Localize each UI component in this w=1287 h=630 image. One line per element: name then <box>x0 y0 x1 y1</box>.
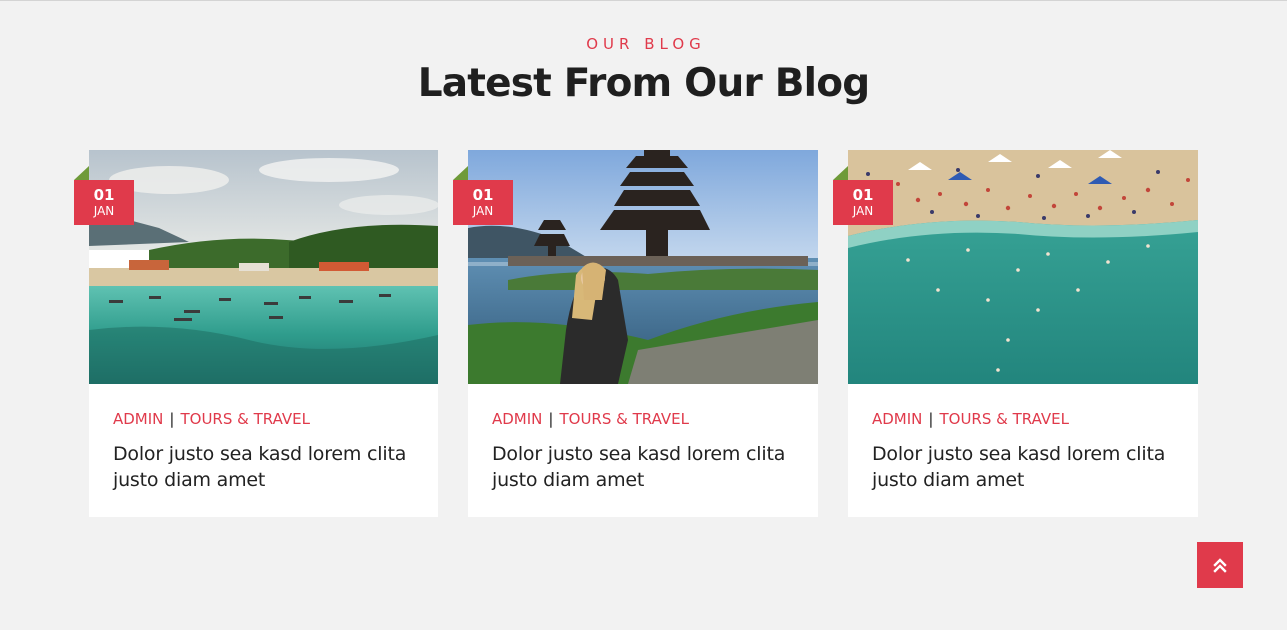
date-day: 01 <box>93 186 115 204</box>
blog-card[interactable]: 01 JAN ADMIN | TOURS & TRAVEL Dolor just… <box>453 150 818 517</box>
meta-separator: | <box>548 410 554 428</box>
lake-temple-woman-photo[interactable] <box>468 150 818 384</box>
card-meta: ADMIN | TOURS & TRAVEL <box>492 408 794 430</box>
date-badge-fold <box>833 166 848 180</box>
post-category-link[interactable]: TOURS & TRAVEL <box>939 408 1069 430</box>
post-author-link[interactable]: ADMIN <box>113 408 163 430</box>
date-day: 01 <box>852 186 874 204</box>
tropical-beach-boats-photo[interactable] <box>89 150 438 384</box>
date-badge: 01 JAN <box>74 180 134 225</box>
post-title-link[interactable]: Dolor justo sea kasd lorem clita justo d… <box>113 441 414 493</box>
date-badge-fold <box>74 166 89 180</box>
post-title-link[interactable]: Dolor justo sea kasd lorem clita justo d… <box>492 441 794 493</box>
post-category-link[interactable]: TOURS & TRAVEL <box>180 408 310 430</box>
date-day: 01 <box>472 186 494 204</box>
date-badge: 01 JAN <box>833 180 893 225</box>
card-meta: ADMIN | TOURS & TRAVEL <box>113 408 414 430</box>
date-badge-fold <box>453 166 468 180</box>
section-title: Latest From Our Blog <box>417 61 870 106</box>
blog-card[interactable]: 01 JAN ADMIN | TOURS & TRAVEL Dolor just… <box>833 150 1198 517</box>
blog-section-header: OUR BLOG Latest From Our Blog <box>0 1 1287 109</box>
back-to-top-button[interactable] <box>1197 542 1243 588</box>
post-author-link[interactable]: ADMIN <box>872 408 922 430</box>
post-category-link[interactable]: TOURS & TRAVEL <box>559 408 689 430</box>
date-month: JAN <box>93 204 115 218</box>
card-body: ADMIN | TOURS & TRAVEL Dolor justo sea kas… <box>848 384 1198 493</box>
post-title-link[interactable]: Dolor justo sea kasd lorem clita justo d… <box>872 441 1174 493</box>
card-meta: ADMIN | TOURS & TRAVEL <box>872 408 1174 430</box>
card-body: ADMIN | TOURS & TRAVEL Dolor justo sea kas… <box>468 384 818 493</box>
blog-card[interactable]: 01 JAN ADMIN | TOURS & TRAVEL Dolor just… <box>74 150 438 517</box>
meta-separator: | <box>928 410 934 428</box>
card-body: ADMIN | TOURS & TRAVEL Dolor justo sea kas… <box>89 384 438 493</box>
date-month: JAN <box>472 204 494 218</box>
date-month: JAN <box>852 204 874 218</box>
blog-card-grid: 01 JAN ADMIN | TOURS & TRAVEL Dolor just… <box>74 150 1199 517</box>
crowded-beach-aerial-photo[interactable] <box>848 150 1198 384</box>
post-author-link[interactable]: ADMIN <box>492 408 542 430</box>
double-chevron-up-icon <box>1213 558 1227 573</box>
section-eyebrow: OUR BLOG <box>586 35 706 53</box>
meta-separator: | <box>169 410 175 428</box>
date-badge: 01 JAN <box>453 180 513 225</box>
